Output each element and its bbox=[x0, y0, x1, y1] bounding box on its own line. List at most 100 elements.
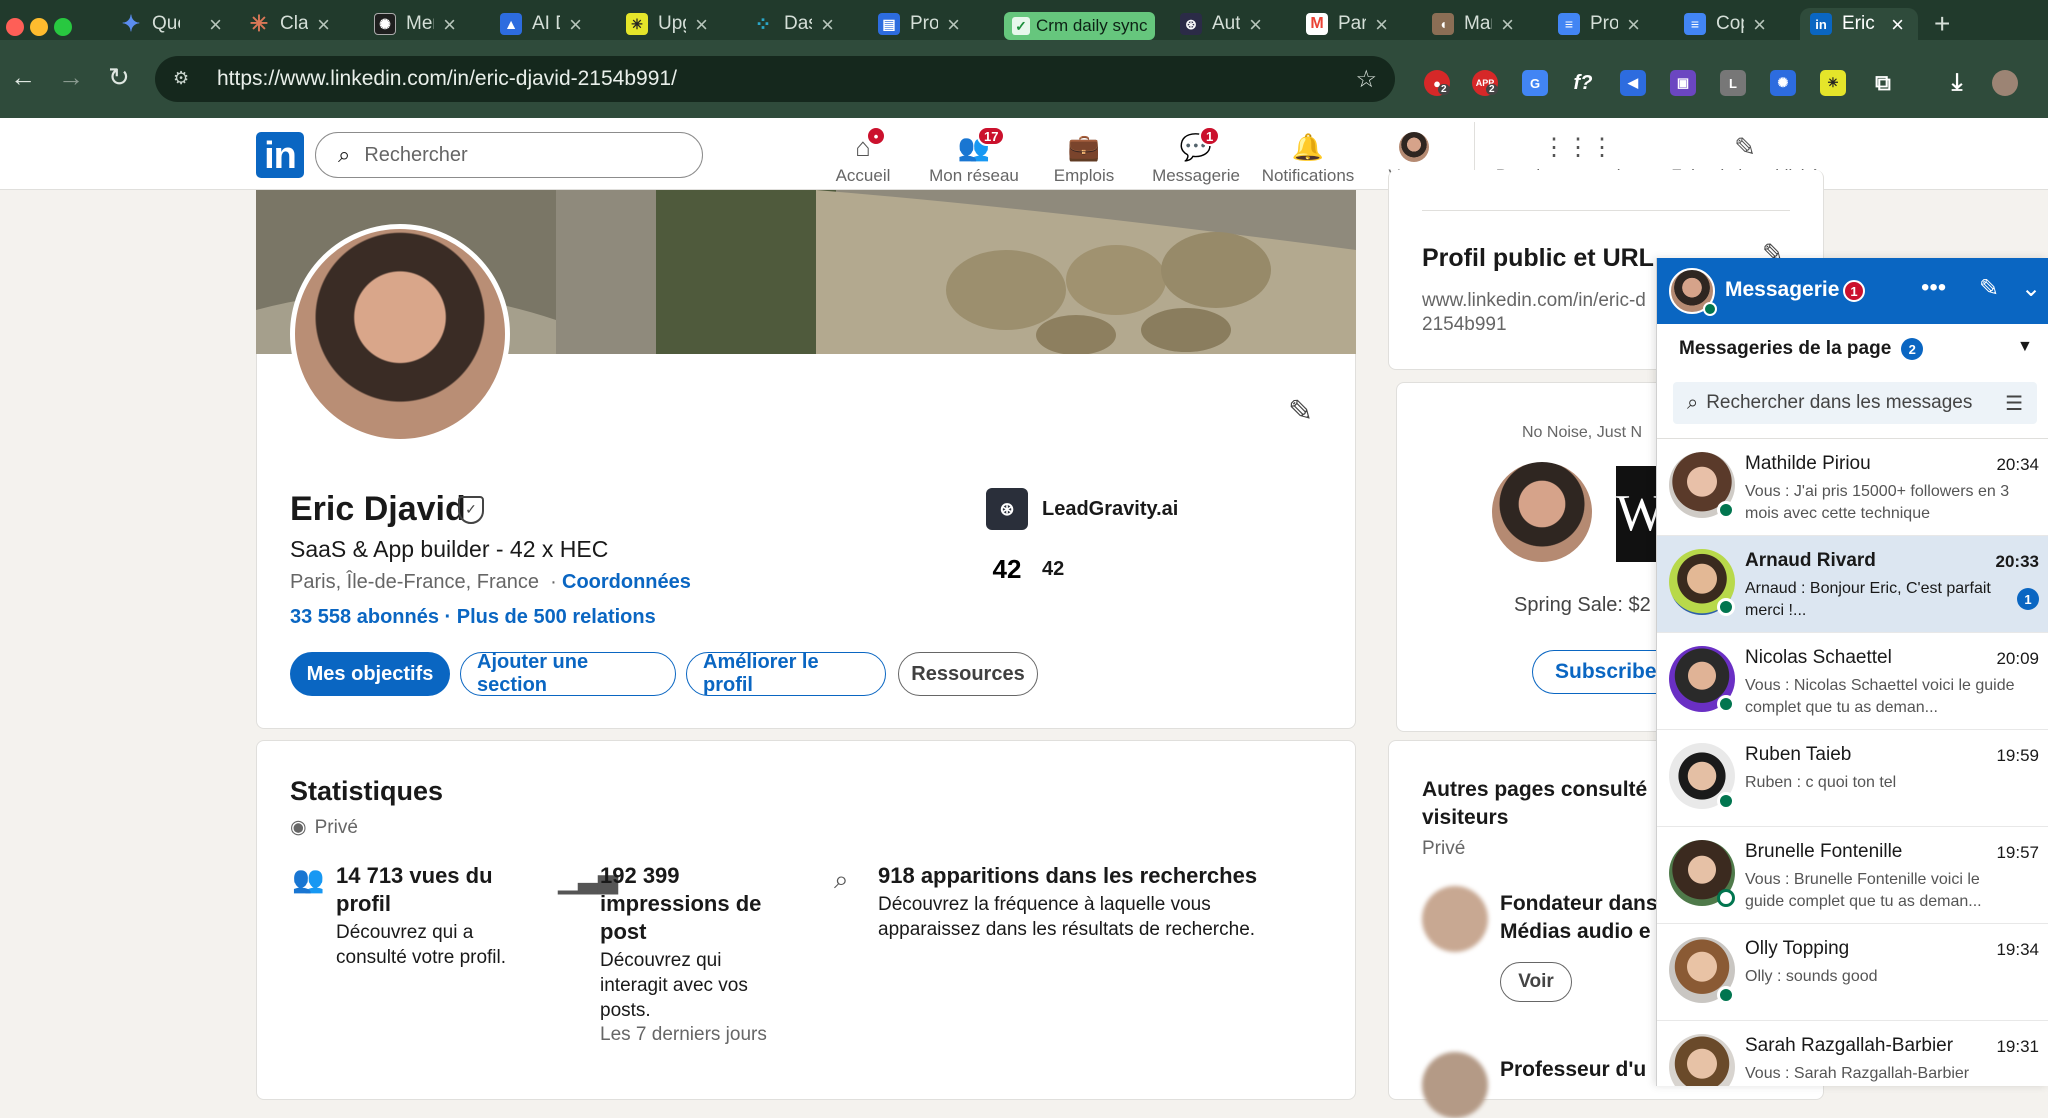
close-tab-icon[interactable]: × bbox=[821, 12, 834, 38]
extension-icon[interactable]: ◀ bbox=[1620, 70, 1646, 96]
stat-headline: 192 399 impressions de post bbox=[600, 863, 762, 944]
new-tab-button[interactable]: + bbox=[1934, 8, 1950, 40]
linkedin-logo[interactable]: in bbox=[256, 132, 304, 178]
conversation-item[interactable]: Arnaud Rivard 20:33 Arnaud : Bonjour Eri… bbox=[1657, 536, 2048, 633]
conversation-item[interactable]: Sarah Razgallah-Barbier 19:31 Vous : Sar… bbox=[1657, 1021, 2048, 1086]
function-icon[interactable]: f? bbox=[1570, 70, 1596, 96]
profile-photo[interactable] bbox=[290, 224, 510, 444]
online-status-dot bbox=[1703, 302, 1717, 316]
back-icon[interactable]: ← bbox=[10, 62, 36, 93]
close-tab-icon[interactable]: × bbox=[317, 12, 330, 38]
edit-profile-icon[interactable]: ✎ bbox=[1288, 394, 1313, 429]
more-options-icon[interactable]: ••• bbox=[1921, 274, 1946, 302]
profile-avatar[interactable] bbox=[1992, 70, 2018, 96]
close-tab-icon[interactable]: × bbox=[443, 12, 456, 38]
nav-notifications[interactable]: 🔔 Notifications bbox=[1256, 124, 1360, 186]
browser-tab[interactable]: ⁘ Das × bbox=[742, 8, 848, 40]
message-search-input[interactable]: ⌕ Rechercher dans les messages ☰ bbox=[1673, 382, 2037, 424]
browser-tab[interactable]: ✳ Upg × bbox=[616, 8, 722, 40]
browser-tab[interactable]: M Par × bbox=[1296, 8, 1402, 40]
contact-info-link[interactable]: Coordonnées bbox=[562, 571, 691, 594]
nav-jobs[interactable]: 💼 Emplois bbox=[1046, 124, 1122, 186]
company-item[interactable]: ⊛ LeadGravity.ai bbox=[986, 488, 1178, 530]
suggestion-avatar[interactable] bbox=[1422, 1052, 1488, 1118]
browser-tab[interactable]: ⊛ Aut × bbox=[1170, 8, 1276, 40]
conversation-item[interactable]: Nicolas Schaettel 20:09 Vous : Nicolas S… bbox=[1657, 633, 2048, 730]
nav-network[interactable]: 👥 17 Mon réseau bbox=[922, 124, 1026, 186]
conversation-item[interactable]: Brunelle Fontenille 19:57 Vous : Brunell… bbox=[1657, 827, 2048, 924]
conversation-time: 19:34 bbox=[1996, 940, 2039, 959]
close-tab-icon[interactable]: × bbox=[569, 12, 582, 38]
public-url-line[interactable]: 2154b991 bbox=[1422, 314, 1507, 336]
url-text[interactable]: https://www.linkedin.com/in/eric-djavid-… bbox=[217, 67, 677, 91]
browser-toolbar: ← → ↻ ⚙ https://www.linkedin.com/in/eric… bbox=[0, 40, 2048, 118]
close-tab-icon[interactable]: × bbox=[1753, 12, 1766, 38]
profile-network-stats[interactable]: 33 558 abonnés · Plus de 500 relations bbox=[290, 606, 656, 629]
company-item[interactable]: 42 42 bbox=[986, 548, 1064, 590]
conversation-name: Mathilde Piriou bbox=[1745, 453, 1871, 474]
public-url-line[interactable]: www.linkedin.com/in/eric-d bbox=[1422, 290, 1646, 312]
extension-icon[interactable]: ▣ bbox=[1670, 70, 1696, 96]
close-tab-icon[interactable]: × bbox=[1501, 12, 1514, 38]
close-tab-icon[interactable]: × bbox=[1249, 12, 1262, 38]
extension-icon[interactable]: ✺ bbox=[1770, 70, 1796, 96]
browser-tab[interactable]: ≡ Pro × bbox=[1548, 8, 1654, 40]
search-input[interactable]: ⌕ Rechercher bbox=[315, 132, 703, 178]
close-tab-icon[interactable]: × bbox=[209, 12, 222, 38]
stat-description: Découvrez qui a consulté votre profil. bbox=[336, 922, 507, 968]
claude-icon: ✳ bbox=[249, 11, 269, 36]
verified-shield-icon[interactable]: ✓ bbox=[458, 496, 484, 524]
conversation-time: 20:34 bbox=[1996, 455, 2039, 474]
close-tab-icon[interactable]: × bbox=[695, 12, 708, 38]
address-bar[interactable]: ⚙ https://www.linkedin.com/in/eric-djavi… bbox=[155, 56, 1395, 102]
extension-icon[interactable]: APP 2 bbox=[1472, 70, 1498, 96]
extensions-puzzle-icon[interactable]: ⧉ bbox=[1870, 70, 1896, 96]
tab-group-chip[interactable]: ✓ Crm daily sync bbox=[1004, 12, 1156, 40]
browser-tab[interactable]: ◖ Mar × bbox=[1422, 8, 1528, 40]
extension-icon[interactable]: ✳ bbox=[1820, 70, 1846, 96]
filter-icon[interactable]: ☰ bbox=[2005, 391, 2023, 416]
nav-messaging[interactable]: 💬 1 Messagerie bbox=[1146, 124, 1246, 186]
extension-icon[interactable]: ● 2 bbox=[1424, 70, 1450, 96]
close-window-button[interactable] bbox=[6, 18, 24, 36]
conversation-item[interactable]: Mathilde Piriou 20:34 Vous : J'ai pris 1… bbox=[1657, 439, 2048, 536]
chevron-down-icon[interactable]: ⌄ bbox=[2021, 274, 2041, 303]
conversation-item[interactable]: Ruben Taieb 19:59 Ruben : c quoi ton tel bbox=[1657, 730, 2048, 827]
maximize-window-button[interactable] bbox=[54, 18, 72, 36]
browser-tab[interactable]: ✳ Cla × bbox=[238, 8, 344, 40]
extension-icon[interactable]: L bbox=[1720, 70, 1746, 96]
close-tab-icon[interactable]: × bbox=[1627, 12, 1640, 38]
forward-icon[interactable]: → bbox=[58, 62, 84, 93]
download-icon[interactable]: ⤓ bbox=[1944, 69, 1970, 96]
suggestion-avatar[interactable] bbox=[1422, 886, 1488, 952]
browser-tab[interactable]: ✺ Mer × bbox=[364, 8, 470, 40]
compose-icon[interactable]: ✎ bbox=[1979, 274, 1999, 303]
resources-button[interactable]: Ressources bbox=[898, 652, 1038, 696]
conversation-item[interactable]: Olly Topping 19:34 Olly : sounds good bbox=[1657, 924, 2048, 1021]
reload-icon[interactable]: ↻ bbox=[108, 62, 130, 93]
close-tab-icon[interactable]: × bbox=[947, 12, 960, 38]
nav-home[interactable]: ⌂ • Accueil bbox=[826, 124, 900, 186]
view-button[interactable]: Voir bbox=[1500, 962, 1572, 1002]
browser-tab[interactable]: ▲ AI D × bbox=[490, 8, 596, 40]
bookmark-star-icon[interactable]: ☆ bbox=[1355, 65, 1377, 94]
suggestion-title[interactable]: Fondateur dans Médias audio e bbox=[1500, 890, 1658, 946]
close-tab-icon[interactable]: × bbox=[1375, 12, 1388, 38]
subscribe-button[interactable]: Subscribe bbox=[1532, 650, 1672, 694]
my-goals-button[interactable]: Mes objectifs bbox=[290, 652, 450, 696]
browser-tab[interactable]: ▤ Pro × bbox=[868, 8, 974, 40]
minimize-window-button[interactable] bbox=[30, 18, 48, 36]
close-tab-icon[interactable]: × bbox=[1891, 12, 1904, 38]
messaging-header[interactable]: Messagerie 1 ••• ✎ ⌄ bbox=[1657, 258, 2048, 324]
browser-tab[interactable]: ≡ Cop × bbox=[1674, 8, 1780, 40]
site-settings-icon[interactable]: ⚙ bbox=[173, 68, 195, 90]
browser-tab-active[interactable]: in Eric × bbox=[1800, 8, 1918, 40]
add-section-button[interactable]: Ajouter une section bbox=[460, 651, 676, 696]
suggestion-title[interactable]: Professeur d'u bbox=[1500, 1058, 1646, 1082]
caret-down-icon[interactable]: ▼ bbox=[2017, 338, 2033, 356]
translate-icon[interactable]: G bbox=[1522, 70, 1548, 96]
nav-label: Mon réseau bbox=[929, 166, 1019, 185]
improve-profile-button[interactable]: Améliorer le profil bbox=[686, 651, 886, 696]
page-inboxes-dropdown[interactable]: Messageries de la page 2 bbox=[1679, 338, 1924, 360]
browser-tab[interactable]: ✦ Que × bbox=[110, 8, 236, 40]
